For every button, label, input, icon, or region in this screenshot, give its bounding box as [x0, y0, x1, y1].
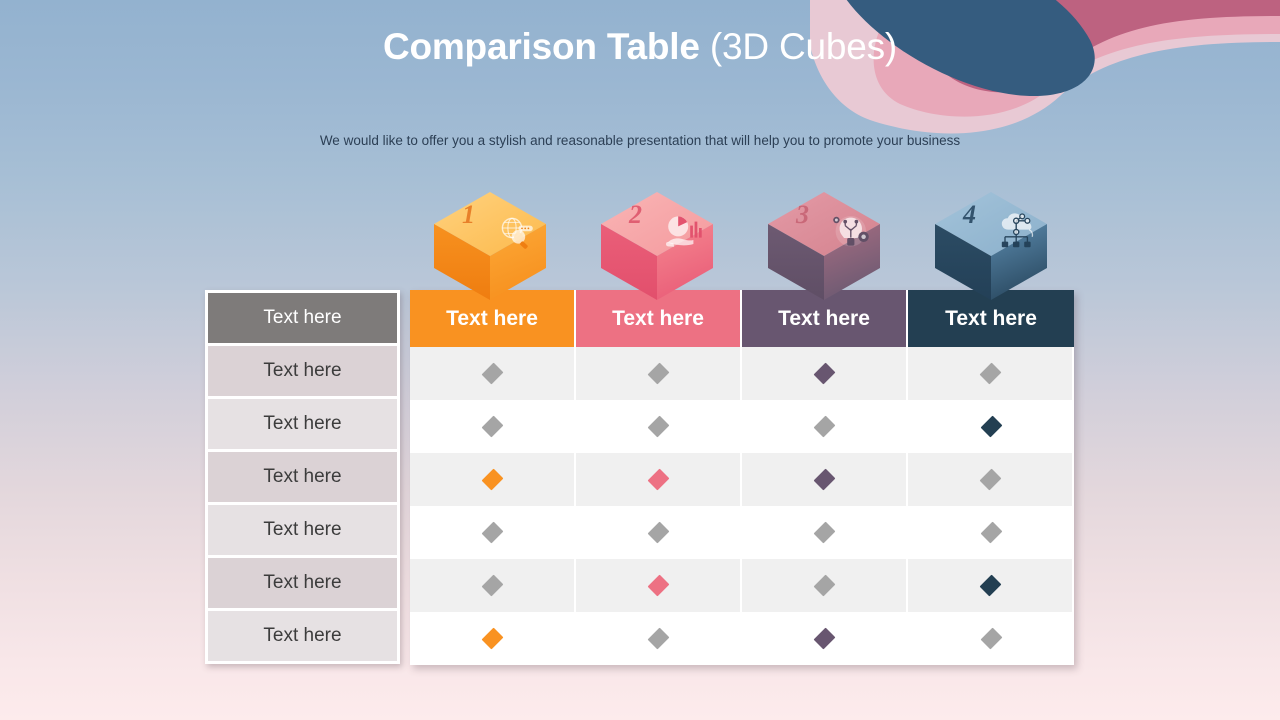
table-body: [410, 347, 1074, 665]
diamond-marker-icon: [813, 362, 835, 385]
cube-3-shape: [768, 192, 880, 300]
left-column-cell: Text here: [208, 558, 397, 608]
table-cell: [742, 453, 908, 506]
table-cell: [908, 347, 1074, 400]
diamond-marker-icon: [979, 468, 1001, 491]
table-cell: [576, 453, 742, 506]
cube-4-shape: [935, 192, 1047, 300]
table-cell: [908, 453, 1074, 506]
diamond-marker-icon: [481, 574, 503, 597]
decorative-corner-shapes: [810, 0, 1280, 140]
diamond-marker-icon: [980, 521, 1002, 544]
cube-number-4: 4: [963, 200, 976, 229]
cube-number-1: 1: [462, 200, 475, 229]
diamond-marker-icon: [647, 574, 669, 597]
comparison-table: Text here Text here Text here Text here: [410, 290, 1074, 665]
left-column-rows: Text here Text here Text here Text here Text…: [208, 346, 397, 661]
diamond-marker-icon: [481, 415, 503, 438]
left-label-column: Text here Text here Text here Text here Tex…: [205, 290, 400, 664]
table-cell: [742, 400, 908, 453]
table-row: [410, 559, 1074, 612]
diamond-marker-icon: [481, 362, 503, 385]
cube-1-shape: [434, 192, 546, 300]
title-text: Comparison Table (3D Cubes): [0, 26, 1280, 68]
table-cell: [908, 506, 1074, 559]
diamond-marker-icon: [813, 468, 835, 491]
cube-number-2: 2: [629, 200, 642, 229]
table-row: [410, 400, 1074, 453]
diamond-marker-icon: [647, 468, 669, 491]
cube-3[interactable]: 3: [768, 192, 880, 300]
table-cell: [410, 612, 576, 665]
left-column-header: Text here: [208, 293, 397, 343]
table-cell: [410, 400, 576, 453]
diamond-marker-icon: [979, 362, 1001, 385]
table-row: [410, 506, 1074, 559]
left-column-cell: Text here: [208, 505, 397, 555]
left-column-cell: Text here: [208, 452, 397, 502]
subtitle-text: We would like to offer you a stylish and…: [319, 133, 961, 148]
left-column-cell: Text here: [208, 399, 397, 449]
cube-4[interactable]: 4: [935, 192, 1047, 300]
cube-2-shape: [601, 192, 713, 300]
table-cell: [410, 506, 576, 559]
cube-2[interactable]: 2: [601, 192, 713, 300]
diamond-marker-icon: [813, 574, 835, 597]
diamond-marker-icon: [481, 468, 503, 491]
table-cell: [576, 612, 742, 665]
table-cell: [742, 347, 908, 400]
title-light: (3D Cubes): [709, 26, 898, 67]
table-cell: [576, 506, 742, 559]
left-column-cell: Text here: [208, 346, 397, 396]
cube-number-3: 3: [796, 200, 809, 229]
table-cell: [410, 559, 576, 612]
table-row: [410, 453, 1074, 506]
diamond-marker-icon: [647, 521, 669, 544]
table-cell: [410, 453, 576, 506]
table-row: [410, 347, 1074, 400]
diamond-marker-icon: [813, 521, 835, 544]
diamond-marker-icon: [481, 521, 503, 544]
table-cell: [742, 612, 908, 665]
diamond-marker-icon: [813, 627, 835, 650]
table-cell: [576, 400, 742, 453]
table-cell: [410, 347, 576, 400]
diamond-marker-icon: [979, 574, 1001, 597]
diamond-marker-icon: [481, 627, 503, 650]
table-cell: [908, 612, 1074, 665]
page-title: Comparison Table (3D Cubes): [0, 26, 1280, 68]
diamond-marker-icon: [980, 415, 1002, 438]
table-cell: [742, 506, 908, 559]
diamond-marker-icon: [813, 415, 835, 438]
table-cell: [576, 559, 742, 612]
table-row: [410, 612, 1074, 665]
diamond-marker-icon: [647, 415, 669, 438]
diamond-marker-icon: [647, 627, 669, 650]
deco-svg: [810, 0, 1280, 134]
left-column-cell: Text here: [208, 611, 397, 661]
table-cell: [908, 400, 1074, 453]
cube-1[interactable]: 1: [434, 192, 546, 300]
table-cell: [908, 559, 1074, 612]
title-strong: Comparison Table: [382, 26, 710, 67]
diamond-marker-icon: [980, 627, 1002, 650]
table-cell: [576, 347, 742, 400]
table-cell: [742, 559, 908, 612]
diamond-marker-icon: [647, 362, 669, 385]
